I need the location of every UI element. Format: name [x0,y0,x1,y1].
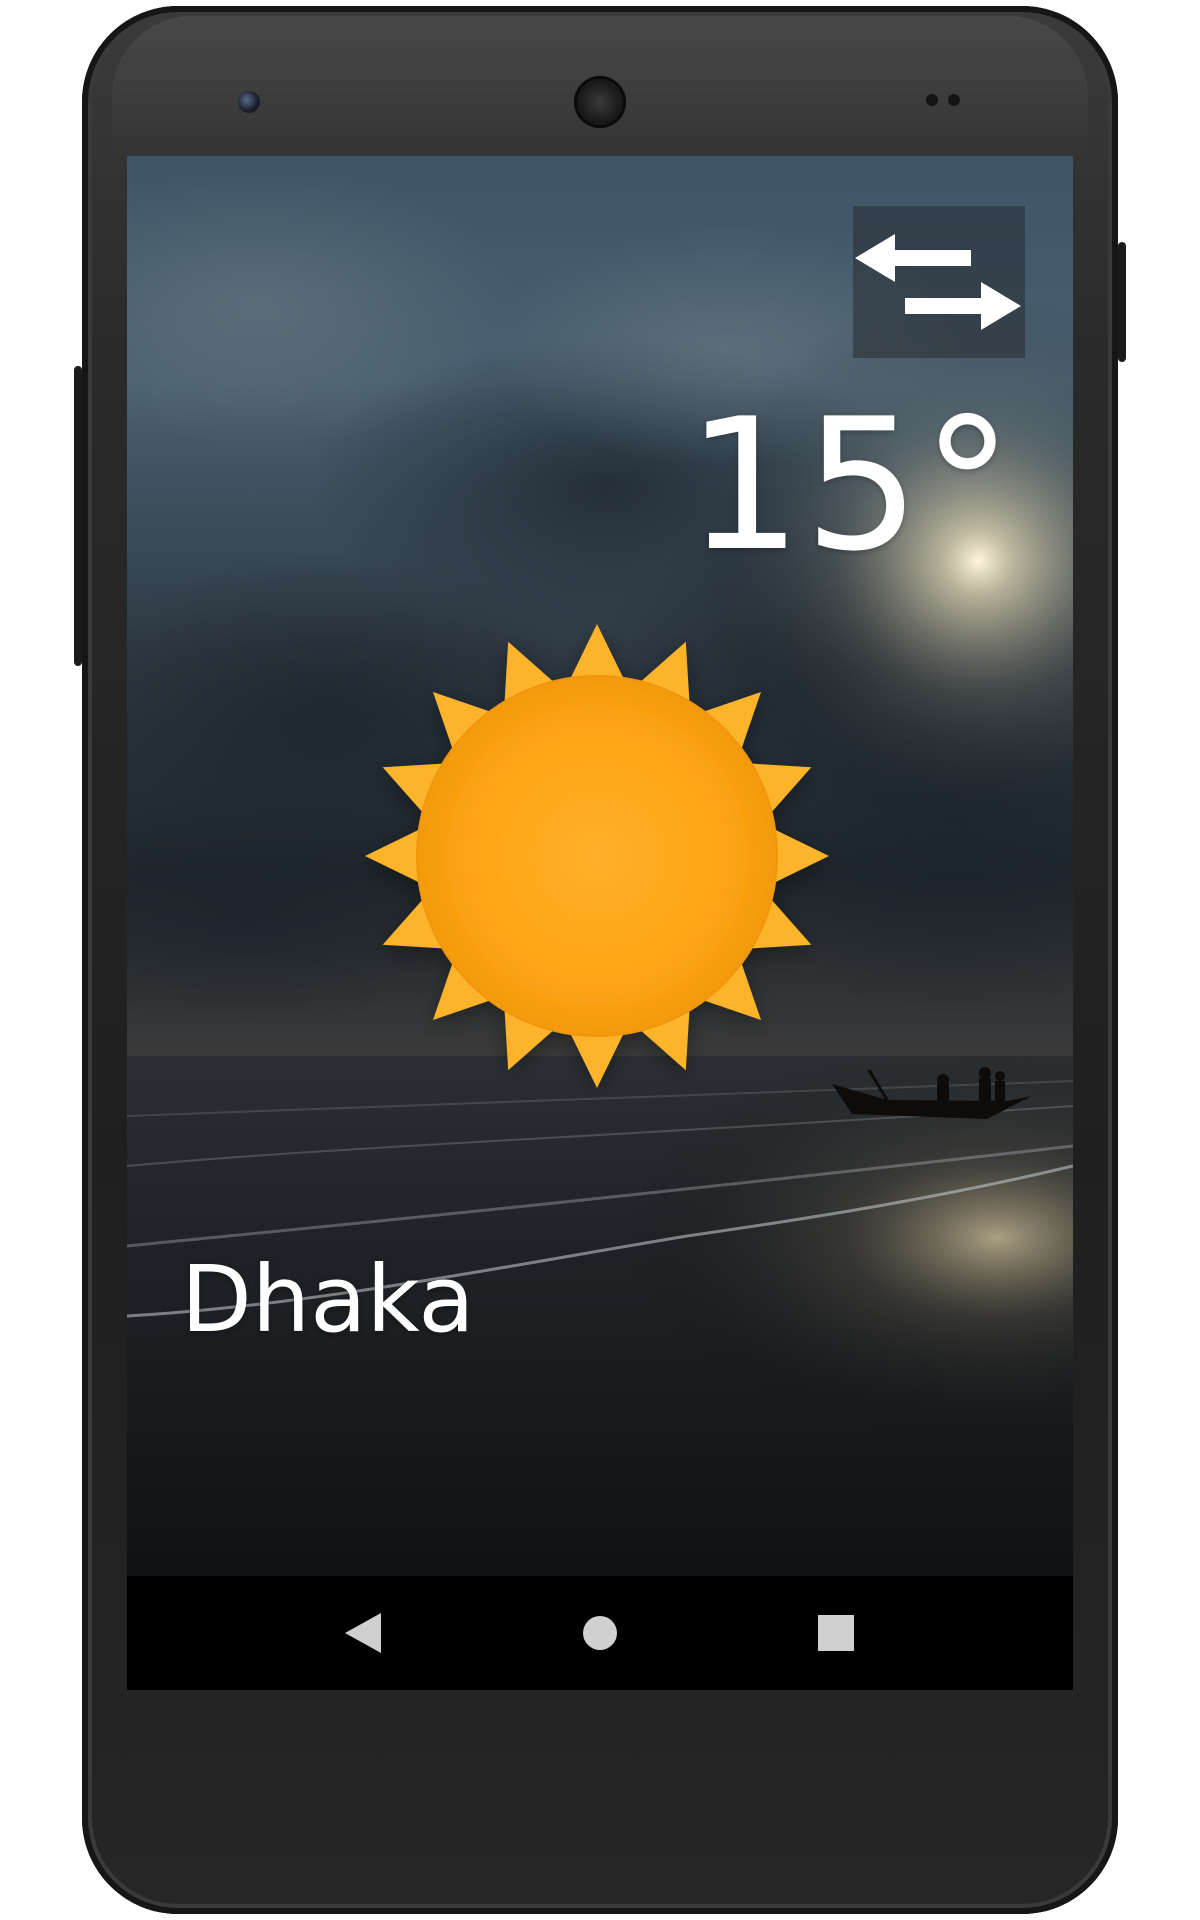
power-button [1118,242,1126,362]
city-name: Dhaka [181,1246,475,1353]
swap-arrows-icon [855,234,1021,330]
home-circle-icon [583,1616,617,1650]
temperature-value: 15° [686,379,1015,591]
android-navigation-bar [127,1576,1073,1690]
app-screen: 15° Dhaka [127,156,1073,1690]
front-camera [238,91,260,113]
light-sensor [948,94,960,106]
earpiece-speaker [574,76,626,128]
home-button[interactable] [540,1576,660,1690]
proximity-sensor [926,94,938,106]
volume-rocker [74,366,82,666]
recents-square-icon [818,1615,854,1651]
sun-icon [365,624,829,1088]
switch-location-button[interactable] [853,206,1025,358]
recents-button[interactable] [777,1576,897,1690]
back-triangle-icon [345,1613,381,1653]
back-button[interactable] [303,1576,423,1690]
